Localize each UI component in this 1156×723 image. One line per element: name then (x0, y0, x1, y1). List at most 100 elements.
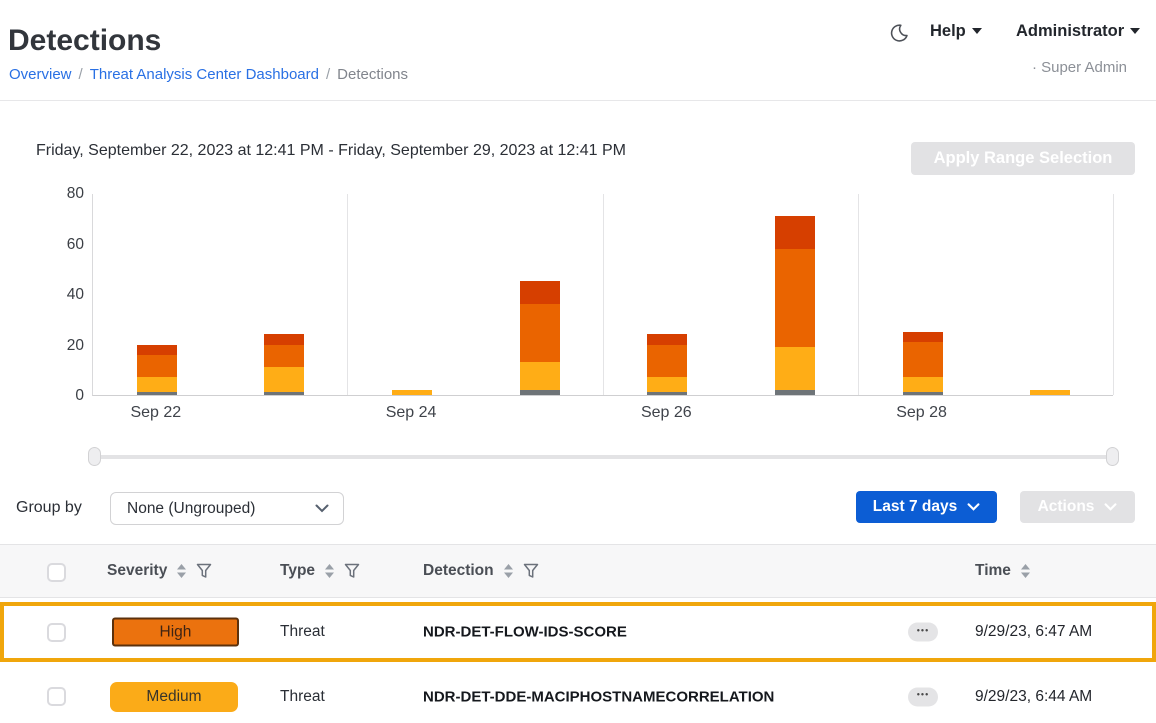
time-range-button[interactable]: Last 7 days (856, 491, 997, 523)
chart-bar-segment-high (137, 355, 177, 378)
range-slider-handle-left[interactable] (88, 447, 101, 466)
chart-bar-segment-low (264, 392, 304, 395)
chart-bar-segment-medium (775, 347, 815, 390)
column-label: Time (975, 562, 1011, 580)
row-checkbox[interactable] (47, 687, 66, 706)
time-cell: 9/29/23, 6:47 AM (975, 623, 1092, 641)
breadcrumb: Overview / Threat Analysis Center Dashboar… (9, 66, 408, 83)
actions-button[interactable]: Actions (1020, 491, 1135, 523)
time-range-slider (0, 444, 1156, 472)
select-all-checkbox[interactable] (47, 563, 66, 582)
account-role-label: · Super Admin (1032, 59, 1127, 76)
detection-cell: NDR-DET-DDE-MACIPHOSTNAMECORRELATION (423, 688, 774, 705)
chart-bar-segment-critical (647, 334, 687, 344)
breadcrumb-current: Detections (337, 66, 408, 83)
row-checkbox[interactable] (47, 623, 66, 642)
filter-funnel-icon[interactable] (196, 563, 212, 579)
sort-icon[interactable] (324, 563, 335, 579)
table-header-row: Severity Type Detection (0, 544, 1156, 598)
chart-bar-segment-high (903, 342, 943, 377)
help-menu[interactable]: Help (930, 22, 982, 41)
chart-bar-segment-low (903, 392, 943, 395)
chart-gridline (603, 194, 604, 395)
chart-bar-segment-high (647, 345, 687, 378)
breadcrumb-separator: / (79, 66, 83, 83)
chart-gridline (347, 194, 348, 395)
page-header: Detections Overview / Threat Analysis Cent… (0, 0, 1156, 101)
chart-bar-segment-medium (392, 390, 432, 395)
breadcrumb-separator: / (326, 66, 330, 83)
severity-badge-medium: Medium (110, 682, 238, 712)
detections-page: Detections Overview / Threat Analysis Cent… (0, 0, 1156, 723)
filter-funnel-icon[interactable] (523, 563, 539, 579)
table-row-highlighted[interactable]: High Threat NDR-DET-FLOW-IDS-SCORE ••• 9… (0, 602, 1156, 662)
table-row[interactable]: Medium Threat NDR-DET-DDE-MACIPHOSTNAMEC… (0, 666, 1156, 723)
x-axis-tick-label: Sep 22 (96, 404, 216, 422)
chart-bar-segment-low (647, 392, 687, 395)
chevron-down-icon (967, 498, 980, 516)
chart-bar-segment-low (137, 392, 177, 395)
breadcrumb-overview-link[interactable]: Overview (9, 66, 72, 83)
chart-bar-segment-medium (903, 377, 943, 392)
chart-bar-segment-medium (264, 367, 304, 392)
slider-track[interactable] (95, 455, 1113, 459)
row-more-actions-button[interactable]: ••• (908, 687, 938, 706)
chart-gridline (1113, 194, 1114, 395)
account-menu[interactable]: Administrator (1016, 22, 1140, 41)
chart-bar-segment-medium (137, 377, 177, 392)
y-axis-tick-label: 60 (34, 236, 84, 254)
actions-button-label: Actions (1038, 498, 1095, 516)
chart-bar-segment-critical (775, 216, 815, 249)
sort-icon[interactable] (176, 563, 187, 579)
filter-funnel-icon[interactable] (344, 563, 360, 579)
chart-bar-segment-medium (1030, 390, 1070, 395)
detection-cell: NDR-DET-FLOW-IDS-SCORE (423, 624, 627, 641)
y-axis-tick-label: 40 (34, 286, 84, 304)
y-axis-tick-label: 20 (34, 337, 84, 355)
chart-bar-segment-critical (264, 334, 304, 344)
column-label: Type (280, 562, 315, 580)
chevron-down-icon (972, 28, 982, 34)
chart-bar-segment-low (775, 390, 815, 395)
group-by-select[interactable]: None (Ungrouped) (110, 492, 344, 525)
time-range-button-label: Last 7 days (873, 498, 957, 516)
column-header-type[interactable]: Type (280, 545, 360, 597)
chevron-down-icon (1104, 498, 1117, 516)
apply-range-selection-button[interactable]: Apply Range Selection (911, 142, 1135, 175)
page-title: Detections (8, 24, 161, 58)
chart-bar-segment-critical (903, 332, 943, 342)
date-range-label: Friday, September 22, 2023 at 12:41 PM -… (36, 142, 626, 160)
breadcrumb-dashboard-link[interactable]: Threat Analysis Center Dashboard (90, 66, 319, 83)
column-header-time[interactable]: Time (975, 545, 1031, 597)
column-header-severity[interactable]: Severity (107, 545, 212, 597)
account-menu-label: Administrator (1016, 22, 1124, 40)
x-axis-tick-label: Sep 26 (606, 404, 726, 422)
chart-bar-segment-critical (137, 345, 177, 355)
moon-icon (888, 22, 910, 49)
help-menu-label: Help (930, 22, 966, 40)
row-more-actions-button[interactable]: ••• (908, 623, 938, 642)
group-by-value: None (Ungrouped) (127, 500, 255, 518)
chart-gridline (858, 194, 859, 395)
x-axis-tick-label: Sep 28 (862, 404, 982, 422)
group-by-label: Group by (16, 499, 82, 517)
x-axis-tick-label: Sep 24 (351, 404, 471, 422)
range-slider-handle-right[interactable] (1106, 447, 1119, 466)
column-label: Severity (107, 562, 167, 580)
chart-bar-segment-medium (520, 362, 560, 390)
dark-mode-toggle[interactable] (884, 20, 914, 50)
time-cell: 9/29/23, 6:44 AM (975, 688, 1092, 706)
type-cell: Threat (280, 688, 325, 706)
y-axis-tick-label: 0 (34, 387, 84, 405)
sort-icon[interactable] (1020, 563, 1031, 579)
chart-bar-segment-critical (520, 281, 560, 304)
chevron-down-icon (1130, 28, 1140, 34)
chart-plot[interactable] (92, 194, 1113, 396)
column-header-detection[interactable]: Detection (423, 545, 539, 597)
sort-icon[interactable] (503, 563, 514, 579)
type-cell: Threat (280, 623, 325, 641)
chart-bar-segment-medium (647, 377, 687, 392)
chart-bar-segment-low (520, 390, 560, 395)
severity-badge-high: High (112, 618, 239, 647)
chart-bar-segment-high (775, 249, 815, 347)
